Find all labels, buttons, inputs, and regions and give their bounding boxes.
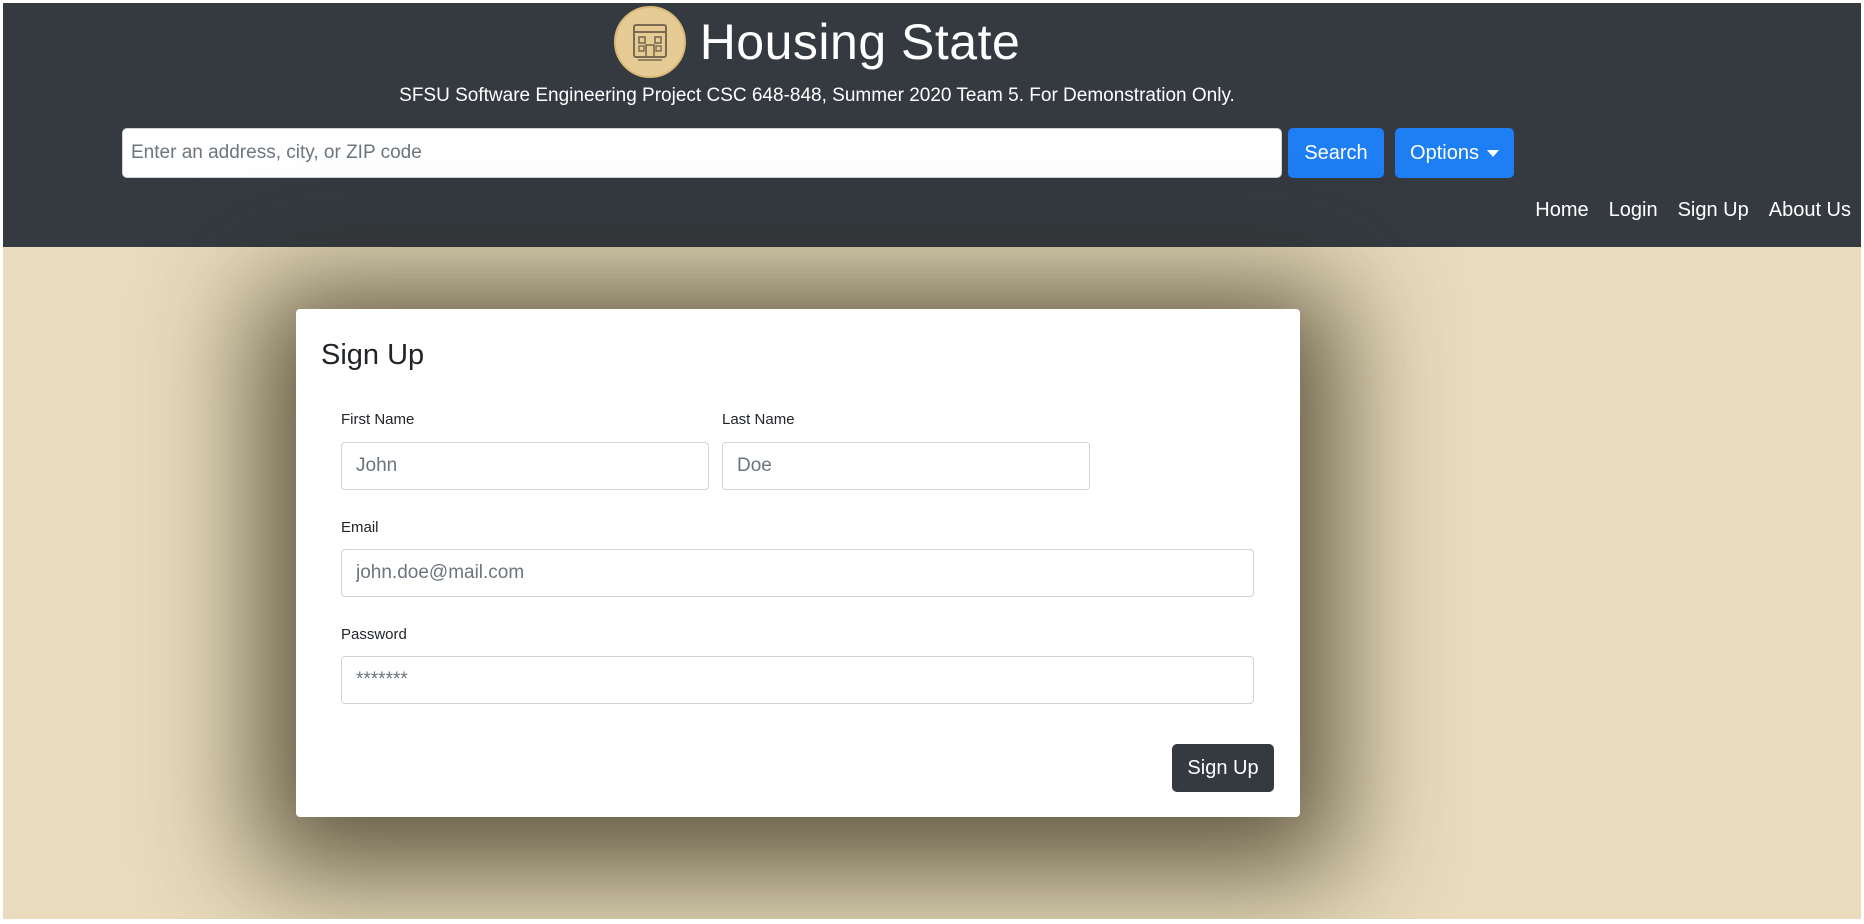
page: Housing State SFSU Software Engineering … (3, 3, 1861, 919)
house-logo-icon[interactable] (613, 6, 686, 78)
nav-link-home[interactable]: Home (1535, 199, 1588, 222)
site-header: Housing State SFSU Software Engineering … (3, 3, 1861, 247)
caret-down-icon (1486, 149, 1499, 157)
nav-link-login[interactable]: Login (1609, 199, 1658, 222)
site-title: Housing State (699, 14, 1021, 70)
house-glyph (632, 24, 667, 61)
nav-link-about-us[interactable]: About Us (1769, 199, 1851, 222)
options-dropdown-button[interactable]: Options (1395, 128, 1514, 178)
password-label: Password (341, 626, 407, 643)
nav-link-signup[interactable]: Sign Up (1678, 199, 1749, 222)
email-input[interactable] (341, 549, 1254, 597)
email-label: Email (341, 519, 379, 536)
signup-title: Sign Up (321, 339, 425, 371)
signup-card: Sign Up First Name Last Name Email Passw… (296, 309, 1300, 817)
signup-submit-button[interactable]: Sign Up (1172, 744, 1274, 792)
brand: Housing State (3, 6, 1631, 78)
main-content: Sign Up First Name Last Name Email Passw… (3, 247, 1861, 919)
search-input[interactable] (122, 128, 1282, 178)
search-button-label: Search (1304, 141, 1368, 164)
password-input[interactable] (341, 656, 1254, 704)
search-button[interactable]: Search (1288, 128, 1384, 178)
site-tagline: SFSU Software Engineering Project CSC 64… (399, 85, 1235, 106)
last-name-input[interactable] (722, 442, 1090, 490)
main-nav: Home Login Sign Up About Us (1535, 199, 1851, 222)
first-name-input[interactable] (341, 442, 709, 490)
options-button-label: Options (1410, 141, 1479, 164)
last-name-label: Last Name (722, 411, 795, 428)
first-name-label: First Name (341, 411, 415, 428)
